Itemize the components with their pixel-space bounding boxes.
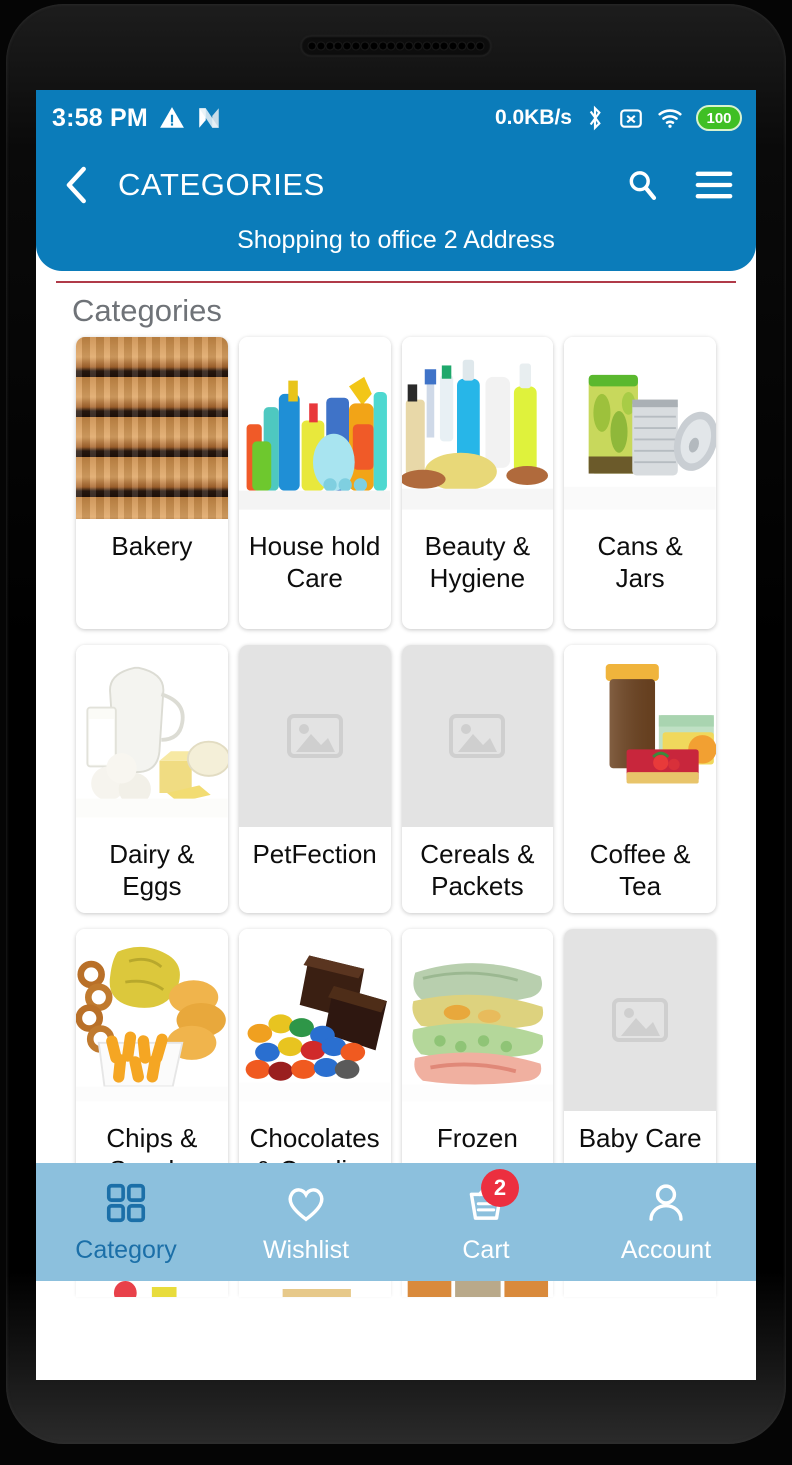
category-card[interactable]: House hold Care [238, 337, 391, 629]
category-photo [564, 645, 716, 818]
category-photo [76, 337, 228, 519]
category-thumbnail [76, 928, 228, 1111]
network-speed-text: 0.0KB/s [494, 106, 572, 129]
battery-icon: 100 [696, 105, 742, 131]
category-thumbnail [76, 337, 228, 519]
category-photo [76, 645, 228, 818]
delivery-address-subtitle: Shopping to office 2 Address [237, 226, 555, 254]
bluetooth-icon [589, 105, 601, 131]
category-card[interactable]: Cans & Jars [564, 337, 716, 629]
category-label: Frozen [436, 1122, 518, 1153]
image-placeholder-icon [449, 714, 506, 758]
status-bar: 3:58 PM 0.0KB/s 100 [36, 90, 756, 146]
category-card[interactable]: Coffee & Tea [564, 645, 716, 913]
nav-item-wishlist[interactable]: Wishlist [216, 1179, 396, 1265]
nfc-n-icon [199, 108, 219, 128]
cart-basket-icon[interactable]: 2 [459, 1169, 519, 1227]
category-thumbnail [76, 645, 228, 827]
battery-level-text: 100 [706, 109, 732, 127]
category-thumbnail-placeholder [238, 645, 391, 827]
category-card[interactable]: PetFection [238, 645, 391, 913]
nav-item-category[interactable]: Category [36, 1179, 216, 1265]
grid-squares-icon[interactable] [99, 1179, 153, 1227]
nav-label: Wishlist [262, 1236, 350, 1264]
section-title: Categories [72, 293, 222, 328]
category-thumbnail [238, 928, 391, 1111]
category-thumbnail-placeholder [564, 928, 716, 1111]
category-label: PetFection [252, 839, 377, 869]
category-thumbnail [564, 337, 716, 519]
category-thumbnail-placeholder [401, 645, 554, 827]
nav-item-cart[interactable]: 2 Cart [396, 1169, 576, 1265]
page-title: CATEGORIES [118, 167, 325, 202]
nav-label: Category [75, 1236, 177, 1264]
category-card[interactable]: Dairy & Eggs [76, 645, 228, 913]
category-photo [401, 337, 554, 510]
bottom-navigation-bar: Category Wishlist 2 Cart Account [36, 1163, 756, 1281]
app-bar: CATEGORIES Shopping to office 2 Address [36, 146, 756, 271]
category-thumbnail [238, 337, 391, 519]
category-photo [564, 337, 716, 510]
category-label: Bakery [111, 531, 193, 561]
category-card[interactable]: Bakery [76, 337, 228, 629]
hamburger-menu-icon[interactable] [694, 170, 734, 200]
no-sim-icon [620, 109, 642, 128]
category-photo [238, 928, 391, 1102]
nav-item-account[interactable]: Account [576, 1179, 756, 1265]
image-placeholder-icon [612, 997, 669, 1042]
status-time: 3:58 PM [52, 103, 148, 132]
category-photo [238, 337, 391, 510]
category-card[interactable]: Beauty & Hygiene [401, 337, 554, 629]
category-label: Cereals & Packets [420, 839, 535, 901]
heart-icon[interactable] [279, 1179, 333, 1227]
category-photo [401, 928, 554, 1102]
categories-grid: Bakery House hold Care Beauty & Hygiene Can… [36, 337, 756, 1221]
category-label: Cans & Jars [597, 531, 683, 593]
category-thumbnail [401, 928, 554, 1111]
category-card[interactable]: Cereals & Packets [401, 645, 554, 913]
categories-content: Categories Bakery House hold Care Beauty &… [36, 281, 756, 1297]
category-label: Beauty & Hygiene [424, 531, 531, 593]
category-thumbnail [564, 645, 716, 827]
person-icon[interactable] [639, 1179, 693, 1227]
category-label: Dairy & Eggs [109, 839, 195, 901]
back-chevron-icon[interactable] [60, 165, 94, 205]
category-thumbnail [401, 337, 554, 519]
category-label: Coffee & Tea [589, 839, 691, 901]
category-label: Baby Care [578, 1122, 702, 1153]
image-placeholder-icon [286, 714, 343, 758]
wifi-icon [658, 109, 682, 128]
cart-badge: 2 [481, 1169, 519, 1207]
phone-screen: 3:58 PM 0.0KB/s 100 CATEGORIES Shopping … [36, 90, 756, 1380]
category-photo [76, 928, 228, 1102]
speaker-grille-icon [301, 36, 491, 56]
search-icon[interactable] [624, 167, 660, 203]
category-label: House hold Care [248, 531, 381, 593]
warning-triangle-icon [159, 107, 184, 128]
nav-label: Account [620, 1236, 712, 1264]
nav-label: Cart [462, 1236, 510, 1264]
phone-frame: 3:58 PM 0.0KB/s 100 CATEGORIES Shopping … [0, 0, 792, 1465]
